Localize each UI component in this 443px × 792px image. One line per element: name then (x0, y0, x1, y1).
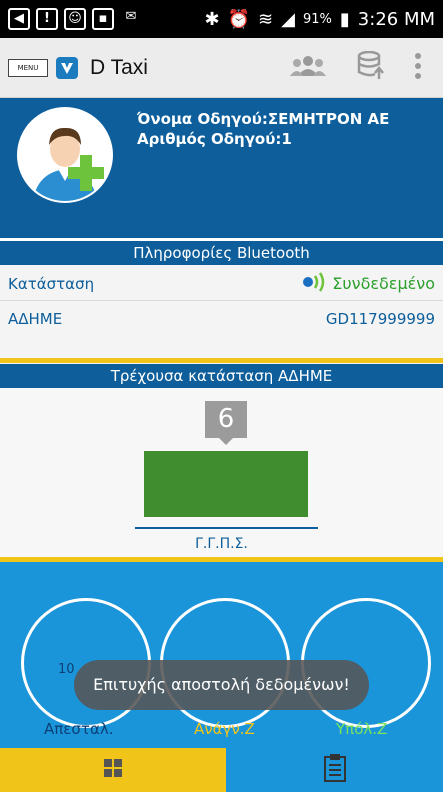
driver-panel: Όνομα Οδηγού:ΣΕΜΗΤΡΟΝ ΑΕ Αριθμός Οδηγού:… (0, 98, 443, 240)
back-icon: ◀ (8, 8, 30, 30)
divider (0, 358, 443, 363)
users-icon[interactable] (289, 54, 327, 82)
current-state-panel: 6 Γ.Γ.Π.Σ. (0, 388, 443, 557)
database-upload-icon[interactable] (357, 50, 385, 85)
tab-logs[interactable] (226, 748, 443, 792)
app-bar: MENU D Taxi (0, 38, 443, 98)
state-underline (135, 527, 318, 529)
driver-number: Αριθμός Οδηγού:1 (137, 130, 292, 148)
current-state-header: Τρέχουσα κατάσταση ΑΔΗΜΕ (0, 364, 443, 388)
bluetooth-status-value: Συνδεδεμένο (332, 274, 435, 293)
read-gauge-label: Ανάγν.Ζ (194, 720, 255, 738)
toast-message: Επιτυχής αποστολή δεδομένων! (74, 660, 369, 710)
tab-dashboard[interactable] (0, 748, 226, 792)
add-driver-icon[interactable] (66, 153, 106, 193)
menu-button[interactable]: MENU (8, 58, 48, 77)
status-bar: ◀ ! ☺ ▪ ✉ ✱ ⏰ ≋ ◢ 91% ▮ 3:26 MM (0, 0, 443, 38)
state-indicator[interactable] (144, 451, 308, 517)
bluetooth-header: Πληροφορίες Bluetooth (0, 238, 443, 265)
alarm-icon: ⏰ (227, 8, 251, 30)
clipboard-icon (323, 754, 346, 786)
app-title: D Taxi (90, 55, 148, 79)
image-icon: ▪ (92, 8, 114, 30)
app-logo-icon (56, 56, 78, 79)
state-label: Γ.Γ.Π.Σ. (195, 536, 248, 552)
sms-icon: ✉ (125, 9, 137, 24)
bluetooth-signal-icon (302, 271, 328, 296)
gauges-panel: 10 Απεσταλ. Ανάγν.Ζ Υπόλ.Ζ (0, 562, 443, 748)
alert-icon: ! (36, 8, 58, 30)
bluetooth-status-value-wrap: Συνδεδεμένο (302, 271, 435, 296)
battery-icon: ▮ (339, 8, 350, 30)
dashboard-icon (103, 758, 123, 782)
sent-gauge-label: Απεσταλ. (44, 720, 114, 738)
battery-percent: 91% (302, 11, 332, 27)
clock: 3:26 MM (357, 8, 435, 30)
bluetooth-status-label: Κατάσταση (8, 274, 95, 293)
sent-gauge-value: 10 (58, 662, 75, 677)
menu-label: MENU (17, 63, 39, 72)
smiley-icon: ☺ (64, 8, 86, 30)
badge-pointer (219, 438, 233, 445)
device-label: ΑΔΗΜΕ (8, 310, 63, 328)
bottom-nav (0, 748, 443, 792)
bluetooth-status-row: Κατάσταση Συνδεδεμένο (0, 267, 443, 301)
wifi-icon: ≋ (258, 8, 274, 30)
signal-icon: ◢ (281, 8, 295, 30)
bluetooth-icon: ✱ (204, 8, 220, 30)
remaining-gauge-label: Υπόλ.Ζ (336, 720, 388, 738)
device-value: GD117999999 (325, 310, 435, 328)
overflow-menu-icon[interactable] (415, 52, 421, 83)
state-number-badge: 6 (205, 401, 247, 438)
bluetooth-device-row: ΑΔΗΜΕ GD117999999 (0, 302, 443, 336)
driver-name: Όνομα Οδηγού:ΣΕΜΗΤΡΟΝ ΑΕ (137, 110, 390, 128)
